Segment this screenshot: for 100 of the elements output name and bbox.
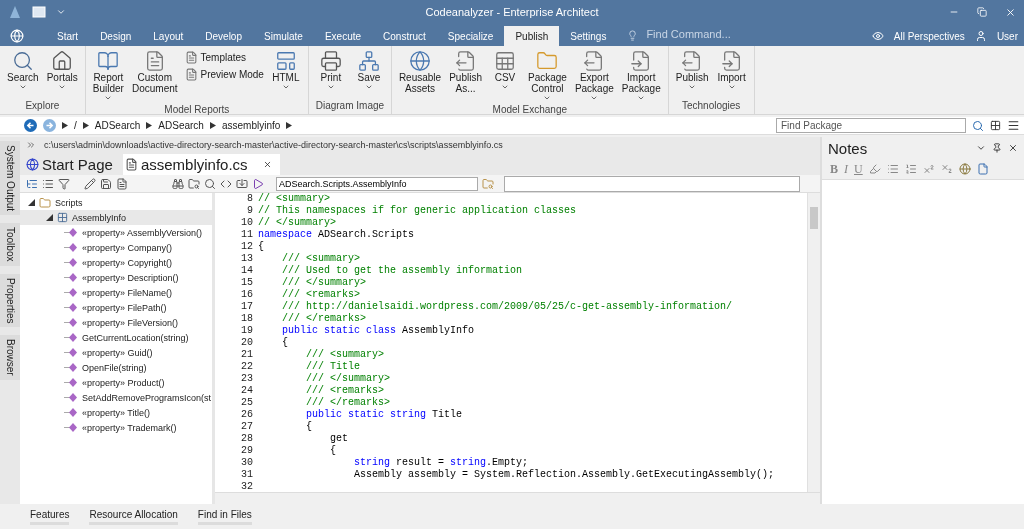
- tree-item[interactable]: «property» Copyright(): [20, 255, 212, 270]
- tree-item[interactable]: «property» Description(): [20, 270, 212, 285]
- expander-icon[interactable]: [46, 214, 53, 221]
- tree-item[interactable]: SetAddRemoveProgramsIcon(st: [20, 390, 212, 405]
- tree-item[interactable]: «property» Company(): [20, 240, 212, 255]
- breadcrumb-link[interactable]: /: [74, 120, 77, 131]
- ribbon-tab[interactable]: Design: [89, 26, 143, 46]
- pencil-icon[interactable]: [84, 177, 96, 190]
- ribbon-button[interactable]: Publish As...: [446, 48, 485, 104]
- scrollbar[interactable]: [807, 193, 820, 492]
- back-icon[interactable]: [24, 119, 37, 132]
- bottom-tab[interactable]: Find in Files: [197, 509, 252, 525]
- ribbon-button[interactable]: Save: [350, 48, 387, 100]
- bottom-tab[interactable]: Resource Allocation: [89, 509, 178, 525]
- highlighter-icon[interactable]: [868, 163, 881, 175]
- ribbon-button[interactable]: Report Builder: [89, 48, 127, 104]
- ribbon-button[interactable]: Templates: [182, 50, 266, 65]
- tree-item[interactable]: «property» Title(): [20, 405, 212, 420]
- tree-icon[interactable]: [26, 177, 38, 190]
- line-number: 30: [240, 457, 254, 469]
- breadcrumb-link[interactable]: ADSearch: [94, 120, 141, 131]
- scrollbar[interactable]: [215, 492, 820, 504]
- method-icon: [64, 228, 78, 237]
- side-tab[interactable]: Browser: [0, 335, 20, 380]
- restore-icon[interactable]: [977, 7, 987, 17]
- triangle-icon: [82, 122, 89, 129]
- ribbon-tab[interactable]: Settings: [559, 26, 618, 46]
- ribbon-button[interactable]: Import Package: [618, 48, 664, 104]
- folder-icon: [536, 50, 559, 72]
- close-icon[interactable]: [1005, 6, 1016, 18]
- pin-icon[interactable]: [992, 143, 1002, 153]
- spreadsheet-icon: [493, 50, 516, 72]
- menu-icon[interactable]: [1007, 119, 1020, 132]
- ribbon-button[interactable]: HTML: [267, 48, 304, 104]
- binoculars-icon[interactable]: [172, 177, 184, 190]
- ribbon-tab[interactable]: Start: [46, 26, 90, 46]
- ribbon-button[interactable]: Publish: [672, 48, 712, 100]
- expander-icon[interactable]: [28, 199, 35, 206]
- close-icon[interactable]: [1008, 143, 1018, 153]
- search-field[interactable]: [504, 175, 800, 192]
- tree-item[interactable]: «property» FilePath(): [20, 300, 212, 315]
- list-icon[interactable]: [42, 177, 54, 190]
- tree-item[interactable]: «property» FileVersion(): [20, 315, 212, 330]
- subscript-icon[interactable]: [940, 163, 953, 175]
- bottom-tab[interactable]: Features: [30, 509, 70, 525]
- folder-search-icon[interactable]: [482, 177, 494, 190]
- search-icon[interactable]: [204, 177, 216, 190]
- side-tab[interactable]: Properties: [0, 273, 20, 328]
- breadcrumb-link[interactable]: ADSearch: [158, 120, 204, 131]
- ribbon-button[interactable]: Import: [713, 48, 750, 100]
- save-icon[interactable]: [100, 177, 112, 190]
- ribbon-button[interactable]: Portals: [43, 48, 81, 100]
- search-icon[interactable]: [972, 119, 984, 132]
- side-tab[interactable]: System Output: [0, 141, 20, 216]
- tree-item[interactable]: «property» FileName(): [20, 285, 212, 300]
- ribbon-tab[interactable]: Simulate: [253, 26, 314, 46]
- close-icon[interactable]: [262, 160, 272, 169]
- ribbon-tab[interactable]: Layout: [142, 26, 195, 46]
- ribbon-button[interactable]: CSV: [486, 48, 523, 104]
- ribbon-button[interactable]: Preview Mode: [182, 67, 266, 82]
- scope-field[interactable]: ADSearch.Scripts.AssemblyInfo: [276, 176, 478, 191]
- find-package-field[interactable]: Find Package: [776, 118, 966, 133]
- ribbon-tab[interactable]: Develop: [194, 26, 253, 46]
- ribbon-tab[interactable]: Specialize: [436, 26, 505, 46]
- filter-icon[interactable]: [58, 177, 70, 190]
- import-icon[interactable]: [236, 177, 248, 190]
- document-icon[interactable]: [116, 177, 128, 190]
- side-tab[interactable]: Toolbox: [0, 223, 20, 266]
- tree-item[interactable]: OpenFile(string): [20, 360, 212, 375]
- tree-item[interactable]: «property» AssemblyVersion(): [20, 225, 212, 240]
- grid-icon[interactable]: [990, 120, 1001, 131]
- find-command-field[interactable]: Find Command...: [644, 24, 769, 44]
- ribbon-tab[interactable]: Construct: [372, 26, 437, 46]
- numbered-list-icon[interactable]: [904, 163, 917, 175]
- ribbon-button[interactable]: Custom Document: [128, 48, 181, 104]
- document-tab[interactable]: Start Page: [24, 154, 121, 175]
- tree-item[interactable]: «property» Guid(): [20, 345, 212, 360]
- caret-icon[interactable]: [976, 143, 986, 153]
- folder-search-icon[interactable]: [188, 177, 200, 190]
- list-icon[interactable]: [886, 163, 899, 175]
- user-menu[interactable]: User: [996, 30, 1018, 42]
- tree-item[interactable]: «property» Product(): [20, 375, 212, 390]
- ribbon-button[interactable]: Package Control: [524, 48, 570, 104]
- caret-icon[interactable]: [56, 7, 66, 17]
- ribbon-button[interactable]: Print: [312, 48, 349, 100]
- perspectives-menu[interactable]: All Perspectives: [893, 30, 965, 42]
- tree-item[interactable]: GetCurrentLocation(string): [20, 330, 212, 345]
- ribbon-button[interactable]: Reusable Assets: [395, 48, 445, 104]
- tree-item[interactable]: AssemblyInfo: [20, 210, 212, 225]
- document-icon[interactable]: [976, 163, 989, 175]
- tree-item[interactable]: «property» Trademark(): [20, 420, 212, 435]
- ribbon-button[interactable]: Export Package: [571, 48, 617, 104]
- tree-item[interactable]: Scripts: [20, 195, 212, 210]
- ribbon-tab[interactable]: Publish: [504, 26, 560, 46]
- globe-icon[interactable]: [958, 163, 971, 175]
- breadcrumb-link[interactable]: assemblyinfo: [221, 120, 281, 131]
- play-icon[interactable]: [252, 177, 264, 190]
- ribbon-button[interactable]: Search: [4, 48, 42, 100]
- document-tab[interactable]: assemblyinfo.cs: [122, 154, 280, 175]
- ribbon-tab[interactable]: Execute: [313, 26, 373, 46]
